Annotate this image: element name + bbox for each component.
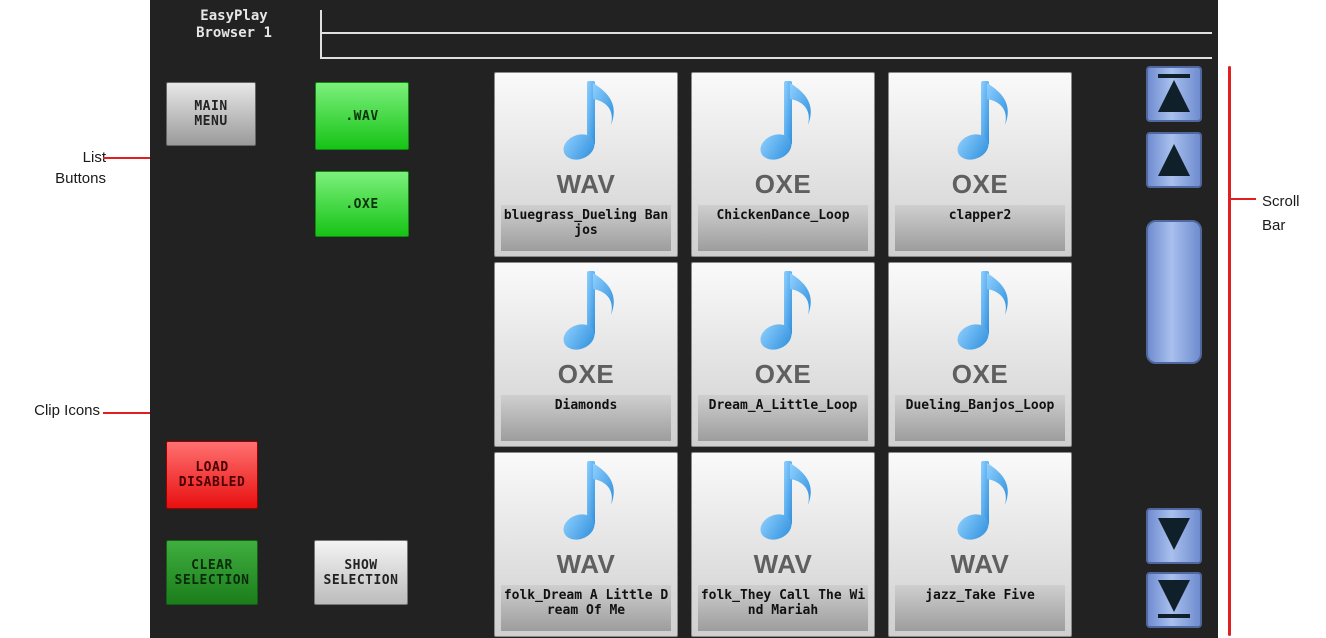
clip-name-label: folk_They Call The Wind Mariah [698,585,868,631]
scroll-up-button[interactable] [1146,132,1202,188]
music-note-icon [754,459,816,547]
annotation-line-scroll-bar [1230,198,1256,200]
music-note-icon [951,269,1013,357]
scroll-bottom-button[interactable] [1146,572,1202,628]
clip-name-label: folk_Dream A Little Dream Of Me [501,585,671,631]
clip-tile[interactable]: OXE ChickenDance_Loop [691,72,875,257]
scroll-bottom-icon [1158,580,1190,618]
clip-name-label: Diamonds [501,395,671,441]
annotation-bracket-scroll-bar [1228,66,1231,636]
wav-list-button[interactable]: .WAV [315,82,409,150]
show-selection-button[interactable]: SHOW SELECTION [314,540,408,605]
main-menu-button[interactable]: MAIN MENU [166,82,256,146]
clip-name-label: bluegrass_Dueling Banjos [501,205,671,251]
load-disabled-button[interactable]: LOAD DISABLED [166,441,258,509]
clear-selection-button[interactable]: CLEAR SELECTION [166,540,258,605]
annotation-list-buttons: List Buttons [55,149,106,187]
scroll-top-icon [1158,74,1190,112]
clip-type-label: WAV [753,549,813,579]
music-note-icon [951,459,1013,547]
clip-name-label: Dream_A_Little_Loop [698,395,868,441]
clip-tile[interactable]: OXE clapper2 [888,72,1072,257]
clip-type-label: OXE [951,169,1009,199]
music-note-icon [557,79,619,167]
music-note-icon [754,79,816,167]
music-note-icon [557,459,619,547]
clip-name-label: ChickenDance_Loop [698,205,868,251]
status-field-1 [320,10,1212,34]
clip-tile[interactable]: WAV folk_They Call The Wind Mariah [691,452,875,637]
music-note-icon [557,269,619,357]
clip-name-label: Dueling_Banjos_Loop [895,395,1065,441]
clip-tile[interactable]: OXE Diamonds [494,262,678,447]
clip-tile[interactable]: WAV bluegrass_Dueling Banjos [494,72,678,257]
clip-type-label: WAV [556,549,616,579]
music-note-icon [951,79,1013,167]
annotation-scroll-bar: Scroll Bar [1262,193,1300,234]
clip-type-label: OXE [754,169,812,199]
music-note-icon [754,269,816,357]
clip-tile[interactable]: OXE Dream_A_Little_Loop [691,262,875,447]
title-line-2: Browser 1 [196,25,272,41]
scroll-down-button[interactable] [1146,508,1202,564]
clip-tile[interactable]: WAV folk_Dream A Little Dream Of Me [494,452,678,637]
easyplay-browser-window: EasyPlay Browser 1 MAIN MENU .WAV .OXE L… [150,0,1218,638]
annotation-clip-icons: Clip Icons [34,402,100,419]
clip-type-label: WAV [950,549,1010,579]
oxe-list-button[interactable]: .OXE [315,171,409,237]
scroll-up-icon [1158,144,1190,176]
title-line-1: EasyPlay [200,8,268,24]
scroll-down-icon [1158,518,1190,550]
scroll-thumb[interactable] [1146,220,1202,364]
scroll-top-button[interactable] [1146,66,1202,122]
clip-type-label: OXE [557,359,615,389]
clip-type-label: OXE [951,359,1009,389]
clip-name-label: jazz_Take Five [895,585,1065,631]
clip-type-label: OXE [754,359,812,389]
clip-tile[interactable]: WAV jazz_Take Five [888,452,1072,637]
clip-tile[interactable]: OXE Dueling_Banjos_Loop [888,262,1072,447]
clip-type-label: WAV [556,169,616,199]
status-field-2 [320,33,1212,59]
browser-title: EasyPlay Browser 1 [150,0,318,60]
clip-name-label: clapper2 [895,205,1065,251]
